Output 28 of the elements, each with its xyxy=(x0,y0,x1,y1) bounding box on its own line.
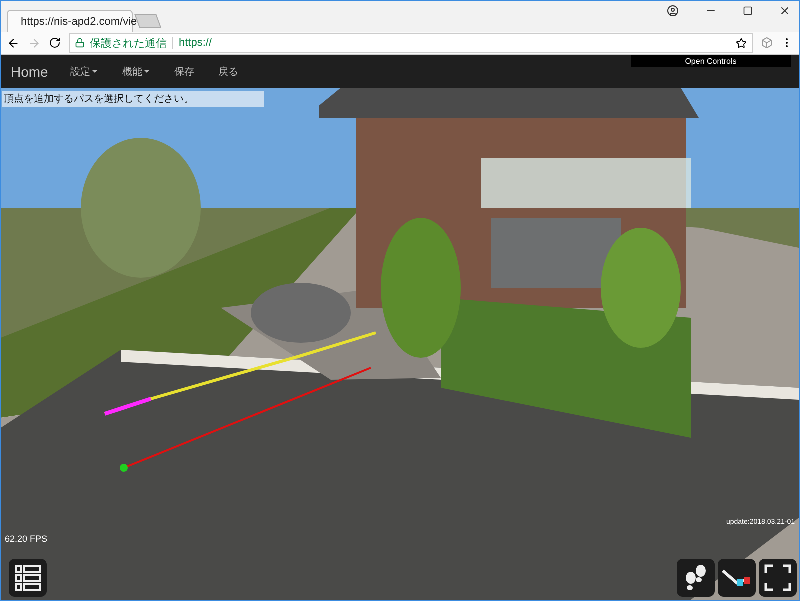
home-link[interactable]: Home xyxy=(11,64,48,80)
maximize-icon[interactable] xyxy=(743,6,753,16)
security-label: 保護された通信 xyxy=(90,36,167,50)
nav-menu-item[interactable]: 戻る xyxy=(218,64,238,78)
list-menu-button[interactable] xyxy=(9,559,47,597)
list-icon xyxy=(13,563,43,593)
url-text: https:// xyxy=(172,37,212,49)
fps-counter: 62.20 FPS xyxy=(5,534,48,544)
lock-icon xyxy=(75,38,85,48)
back-icon[interactable] xyxy=(7,36,20,50)
footprints-icon xyxy=(683,564,709,592)
nav-menu-item[interactable]: 保存 xyxy=(174,64,194,78)
extension-icon[interactable] xyxy=(761,37,773,49)
reload-icon[interactable] xyxy=(49,37,61,49)
profile-icon[interactable] xyxy=(667,5,679,17)
open-controls-button[interactable]: Open Controls xyxy=(631,55,791,67)
star-icon[interactable] xyxy=(736,38,747,48)
nav-menu-item[interactable]: 機能 xyxy=(122,64,150,78)
fullscreen-button[interactable] xyxy=(759,559,797,597)
nav-menu-item[interactable]: 設定 xyxy=(70,64,98,78)
close-icon[interactable] xyxy=(779,5,791,17)
walk-mode-button[interactable] xyxy=(677,559,715,597)
caret-icon xyxy=(92,70,98,73)
instruction-message: 頂点を追加するパスを選択してください。 xyxy=(2,91,264,107)
stereo-3d-button[interactable] xyxy=(718,559,756,597)
fullscreen-icon xyxy=(764,564,792,592)
address-bar[interactable]: 保護された通信 https:// xyxy=(69,33,753,53)
caret-icon xyxy=(144,70,150,73)
